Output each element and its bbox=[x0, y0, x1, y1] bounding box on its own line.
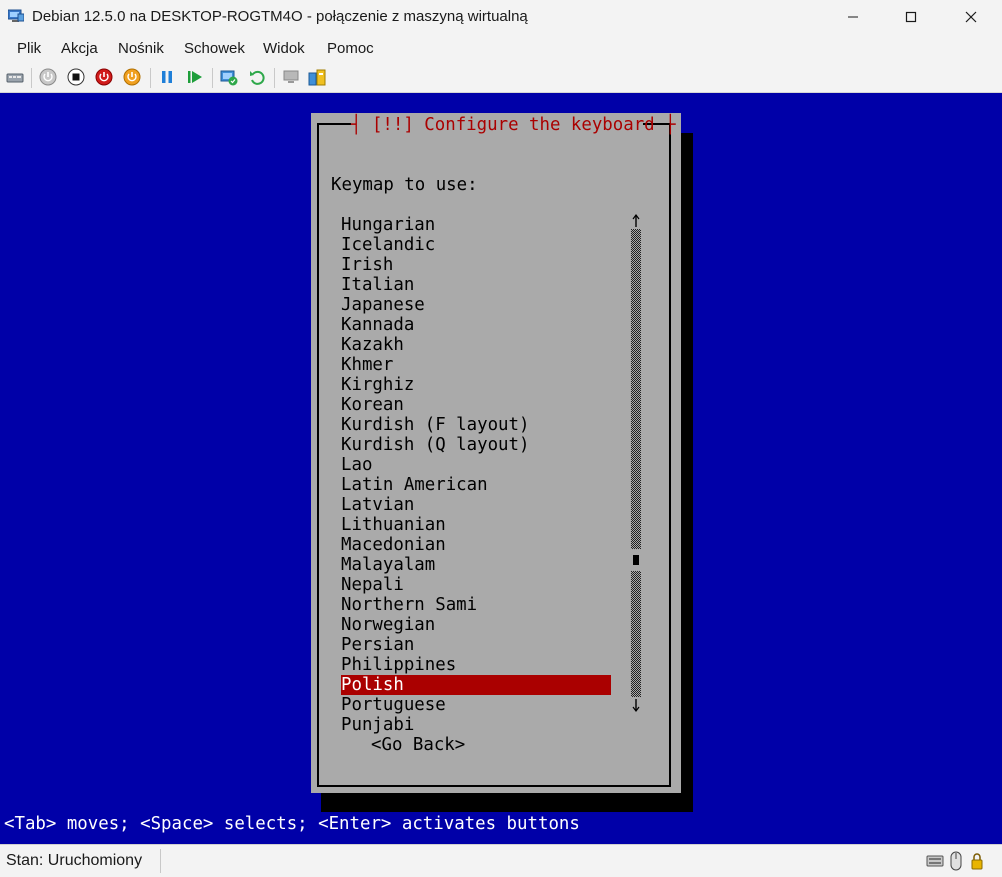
keymap-item[interactable]: Hungarian bbox=[341, 215, 611, 235]
lock-icon bbox=[971, 853, 983, 870]
keymap-item[interactable]: Kurdish (F layout) bbox=[341, 415, 611, 435]
enhanced-session-icon[interactable] bbox=[282, 68, 300, 86]
menu-schowek[interactable]: Schowek bbox=[184, 40, 245, 57]
shut-down-icon[interactable] bbox=[95, 68, 113, 86]
keymap-item[interactable]: Lao bbox=[341, 455, 611, 475]
keymap-item[interactable]: Korean bbox=[341, 395, 611, 415]
menu-bar: Plik Akcja Nośnik Schowek Widok Pomoc bbox=[0, 34, 1002, 62]
window-title: Debian 12.5.0 na DESKTOP-ROGTM4O - połąc… bbox=[32, 8, 528, 25]
maximize-button[interactable] bbox=[888, 0, 934, 34]
revert-icon[interactable] bbox=[248, 68, 266, 86]
toolbar-separator bbox=[31, 68, 32, 88]
menu-pomoc[interactable]: Pomoc bbox=[327, 40, 374, 57]
keymap-item[interactable]: Norwegian bbox=[341, 615, 611, 635]
keymap-item-selected[interactable]: Polish bbox=[341, 675, 611, 695]
keymap-item[interactable]: Japanese bbox=[341, 295, 611, 315]
menu-widok[interactable]: Widok bbox=[263, 40, 305, 57]
minimize-button[interactable] bbox=[830, 0, 876, 34]
keymap-item[interactable]: Malayalam bbox=[341, 555, 611, 575]
keymap-item[interactable]: Latin American bbox=[341, 475, 611, 495]
keymap-item[interactable]: Punjabi bbox=[341, 715, 611, 735]
ctrl-alt-del-icon[interactable] bbox=[6, 68, 24, 86]
minimize-icon bbox=[848, 16, 858, 18]
keymap-item[interactable]: Italian bbox=[341, 275, 611, 295]
close-icon bbox=[965, 11, 977, 23]
menu-plik[interactable]: Plik bbox=[17, 40, 41, 57]
keyboard-status-icon bbox=[926, 855, 944, 867]
keymap-item[interactable]: Nepali bbox=[341, 575, 611, 595]
configure-keyboard-dialog: ┤ [!!] Configure the keyboard ├ Keymap t… bbox=[311, 113, 681, 793]
checkpoint-icon[interactable] bbox=[220, 68, 238, 86]
dialog-title: ┤ [!!] Configure the keyboard ├ bbox=[351, 115, 676, 135]
keymap-item[interactable]: Kannada bbox=[341, 315, 611, 335]
close-button[interactable] bbox=[948, 0, 994, 34]
keymap-item[interactable]: Northern Sami bbox=[341, 595, 611, 615]
keymap-item[interactable]: Macedonian bbox=[341, 535, 611, 555]
keymap-item[interactable]: Kazakh bbox=[341, 335, 611, 355]
pause-icon[interactable] bbox=[158, 68, 176, 86]
start-icon[interactable] bbox=[39, 68, 57, 86]
status-bar: Stan: Uruchomiony bbox=[0, 844, 1002, 877]
vm-connection-icon bbox=[8, 9, 24, 22]
resume-icon[interactable] bbox=[186, 68, 204, 86]
key-hint-line: <Tab> moves; <Space> selects; <Enter> ac… bbox=[4, 814, 580, 834]
maximize-icon bbox=[905, 11, 917, 23]
toolbar bbox=[0, 62, 1002, 93]
menu-nosnik[interactable]: Nośnik bbox=[118, 40, 164, 57]
title-bar: Debian 12.5.0 na DESKTOP-ROGTM4O - połąc… bbox=[0, 0, 1002, 34]
toolbar-separator bbox=[150, 68, 151, 88]
keymap-item[interactable]: Irish bbox=[341, 255, 611, 275]
dialog-title-text: [!!] Configure the keyboard bbox=[371, 115, 655, 135]
keymap-prompt: Keymap to use: bbox=[331, 175, 478, 195]
share-icon[interactable] bbox=[308, 68, 326, 86]
keymap-item[interactable]: Lithuanian bbox=[341, 515, 611, 535]
turn-off-icon[interactable] bbox=[67, 68, 85, 86]
scroll-thumb[interactable] bbox=[633, 555, 639, 565]
keymap-item[interactable]: Persian bbox=[341, 635, 611, 655]
keymap-list[interactable]: Hungarian Icelandic Irish Italian Japanese Ka… bbox=[341, 215, 611, 735]
keymap-item[interactable]: Philippines bbox=[341, 655, 611, 675]
keymap-item[interactable]: Latvian bbox=[341, 495, 611, 515]
go-back-button[interactable]: <Go Back> bbox=[371, 735, 465, 755]
keymap-item[interactable]: Portuguese bbox=[341, 695, 611, 715]
mouse-status-icon bbox=[950, 851, 962, 871]
menu-akcja[interactable]: Akcja bbox=[61, 40, 98, 57]
toolbar-separator bbox=[212, 68, 213, 88]
keymap-item[interactable]: Khmer bbox=[341, 355, 611, 375]
vm-screen[interactable]: ┤ [!!] Configure the keyboard ├ Keymap t… bbox=[0, 93, 1002, 844]
scroll-track-upper bbox=[631, 229, 641, 549]
keymap-item[interactable]: Icelandic bbox=[341, 235, 611, 255]
keymap-item[interactable]: Kirghiz bbox=[341, 375, 611, 395]
scrollbar[interactable] bbox=[631, 213, 641, 713]
save-state-icon[interactable] bbox=[123, 68, 141, 86]
status-separator bbox=[160, 849, 161, 873]
scroll-track-lower bbox=[631, 571, 641, 697]
vm-status: Stan: Uruchomiony bbox=[6, 852, 143, 869]
keymap-item[interactable]: Kurdish (Q layout) bbox=[341, 435, 611, 455]
toolbar-separator bbox=[274, 68, 275, 88]
